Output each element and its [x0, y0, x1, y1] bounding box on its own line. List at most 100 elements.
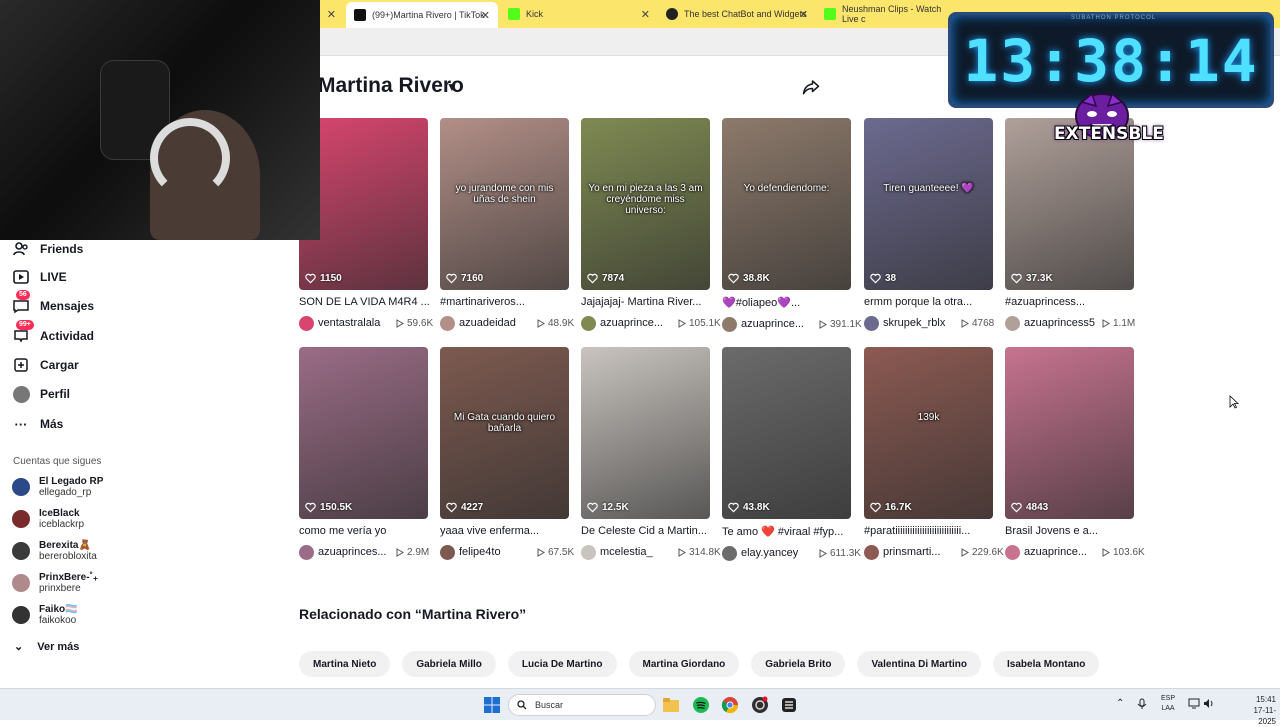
- video-title[interactable]: Jajajajaj- Martina River...: [581, 296, 716, 308]
- network-icon[interactable]: [1188, 698, 1200, 709]
- sidebar-item-profile[interactable]: Perfil: [12, 385, 70, 403]
- video-author[interactable]: azuaprince...: [1024, 546, 1102, 558]
- related-chip[interactable]: Gabriela Millo: [402, 651, 496, 677]
- following-item[interactable]: IceBlack iceblackrp: [12, 508, 84, 530]
- video-card[interactable]: Yo defendiendome: 38.8K 💜#oliapeo💜... azuap…: [722, 118, 862, 332]
- avatar[interactable]: [440, 544, 455, 560]
- avatar[interactable]: [864, 544, 879, 560]
- video-author[interactable]: azuaprincess5: [1024, 317, 1102, 329]
- sidebar-item-more[interactable]: ··· Más: [12, 415, 64, 433]
- video-card[interactable]: Tiren guanteeee! 💜 38 ermm porque la otra.…: [864, 118, 994, 331]
- avatar[interactable]: [1005, 315, 1020, 331]
- video-author[interactable]: prinsmarti...: [883, 546, 961, 558]
- file-explorer-icon[interactable]: [662, 696, 680, 714]
- close-icon[interactable]: ✕: [641, 8, 650, 21]
- video-thumbnail[interactable]: Mi Gata cuando quiero bañarla 4227: [440, 347, 569, 519]
- sidebar-item-friends[interactable]: Friends: [12, 240, 83, 258]
- app-icon[interactable]: [780, 696, 798, 714]
- avatar[interactable]: [722, 316, 737, 332]
- chevron-up-icon[interactable]: ⌃: [1116, 698, 1124, 709]
- chrome-icon[interactable]: [721, 696, 739, 714]
- video-card[interactable]: yo jurandome con mis uñas de shein 7160 #m…: [440, 118, 574, 331]
- tab-chatbot[interactable]: The best ChatBot and Widgets ✕: [658, 3, 816, 25]
- avatar[interactable]: [581, 315, 596, 331]
- like-count-value: 38: [885, 273, 897, 284]
- share-icon[interactable]: [802, 78, 820, 96]
- tab-neushman[interactable]: Neushman Clips - Watch Live c: [816, 3, 956, 25]
- spotify-icon[interactable]: [692, 696, 710, 714]
- windows-start-icon[interactable]: [483, 696, 501, 714]
- video-author[interactable]: azuaprince...: [741, 318, 819, 330]
- avatar[interactable]: [1005, 544, 1020, 560]
- tab-kick[interactable]: Kick ✕: [500, 3, 658, 25]
- avatar[interactable]: [299, 315, 314, 331]
- video-author[interactable]: ventastralala: [318, 317, 396, 329]
- video-thumbnail[interactable]: Yo en mi pieza a las 3 am creyéndome mis…: [581, 118, 710, 290]
- sidebar-item-messages[interactable]: 56 Mensajes: [12, 290, 94, 315]
- avatar[interactable]: [440, 315, 455, 331]
- avatar[interactable]: [299, 544, 314, 560]
- video-title[interactable]: #paratiiiiiiiiiiiiiiiiiiiiiiiiiii...: [864, 525, 999, 537]
- video-author[interactable]: azuaprinces...: [318, 546, 396, 558]
- video-thumbnail[interactable]: Tiren guanteeee! 💜 38: [864, 118, 993, 290]
- video-thumbnail[interactable]: 43.8K: [722, 347, 851, 519]
- video-card[interactable]: 139k 16.7K #paratiiiiiiiiiiiiiiiiiiiiiiiii…: [864, 347, 1004, 560]
- related-chip[interactable]: Isabela Montano: [993, 651, 1100, 677]
- video-thumbnail[interactable]: yo jurandome con mis uñas de shein 7160: [440, 118, 569, 290]
- related-chip[interactable]: Gabriela Brito: [751, 651, 846, 677]
- video-thumbnail[interactable]: 150.5K: [299, 347, 428, 519]
- video-title[interactable]: yaaa vive enferma...: [440, 525, 575, 537]
- video-thumbnail[interactable]: 4843: [1005, 347, 1134, 519]
- tab-close-button[interactable]: ✕: [320, 3, 342, 25]
- video-title[interactable]: Te amo ❤️ #viraal #fyp...: [722, 525, 857, 538]
- video-author[interactable]: elay.yancey: [741, 547, 819, 559]
- close-icon[interactable]: ✕: [799, 8, 808, 21]
- video-thumbnail[interactable]: 139k 16.7K: [864, 347, 993, 519]
- video-card[interactable]: 150.5K como me vería yo azuaprinces... 2.9M: [299, 347, 429, 560]
- sidebar-item-upload[interactable]: Cargar: [12, 356, 79, 374]
- related-chip[interactable]: Martina Nieto: [299, 651, 391, 677]
- video-card[interactable]: 4843 Brasil Jovens e a... azuaprince... 103…: [1005, 347, 1145, 560]
- video-thumbnail[interactable]: 12.5K: [581, 347, 710, 519]
- sidebar-item-live[interactable]: LIVE: [12, 268, 67, 286]
- sidebar-item-activity[interactable]: 99+ Actividad: [12, 320, 94, 345]
- microphone-icon[interactable]: [1137, 698, 1147, 710]
- video-card[interactable]: Mi Gata cuando quiero bañarla 4227 yaaa vi…: [440, 347, 574, 560]
- video-title[interactable]: De Celeste Cid a Martin...: [581, 525, 716, 537]
- related-chip[interactable]: Valentina Di Martino: [857, 651, 982, 677]
- chevron-down-icon[interactable]: ▼: [446, 80, 458, 94]
- following-item[interactable]: PrinxBere-˚₊ prinxbere: [12, 572, 98, 594]
- avatar[interactable]: [864, 315, 879, 331]
- avatar[interactable]: [581, 544, 596, 560]
- related-chip[interactable]: Martina Giordano: [628, 651, 740, 677]
- system-clock[interactable]: 15:41 17-11-2025: [1236, 694, 1276, 727]
- video-author[interactable]: skrupek_rblx: [883, 317, 961, 329]
- tab-tiktok[interactable]: (99+)Martina Rivero | TikTok ✕: [346, 2, 498, 28]
- following-item[interactable]: Berexita🧸 bererobloxita: [12, 540, 97, 562]
- see-more-button[interactable]: ⌄ Ver más: [14, 640, 79, 654]
- video-author[interactable]: mcelestia_: [600, 546, 678, 558]
- video-author[interactable]: felipe4to: [459, 546, 537, 558]
- following-item[interactable]: Faiko🏳️‍⚧️ faikokoo: [12, 604, 78, 626]
- video-title[interactable]: #azuaprincess...: [1005, 296, 1140, 308]
- video-card[interactable]: 43.8K Te amo ❤️ #viraal #fyp... elay.yance…: [722, 347, 861, 561]
- video-title[interactable]: SON DE LA VIDA M4R4 ...: [299, 296, 434, 308]
- avatar[interactable]: [722, 545, 737, 561]
- following-item[interactable]: El Legado RP ellegado_rp: [12, 476, 103, 498]
- language-indicator[interactable]: ESP LAA: [1160, 694, 1176, 714]
- close-icon[interactable]: ✕: [481, 9, 490, 22]
- video-title[interactable]: como me vería yo: [299, 525, 434, 537]
- video-card[interactable]: Yo en mi pieza a las 3 am creyéndome mis…: [581, 118, 721, 331]
- video-author[interactable]: azuadeidad: [459, 317, 537, 329]
- video-title[interactable]: ermm porque la otra...: [864, 296, 999, 308]
- video-title[interactable]: #martinariveros...: [440, 296, 575, 308]
- video-author[interactable]: azuaprince...: [600, 317, 678, 329]
- video-card[interactable]: 12.5K De Celeste Cid a Martin... mcelestia…: [581, 347, 721, 560]
- video-title[interactable]: Brasil Jovens e a...: [1005, 525, 1140, 537]
- related-chip[interactable]: Lucia De Martino: [507, 651, 617, 677]
- volume-icon[interactable]: [1203, 698, 1215, 709]
- obs-icon[interactable]: [751, 696, 769, 714]
- video-thumbnail[interactable]: Yo defendiendome: 38.8K: [722, 118, 851, 290]
- video-title[interactable]: 💜#oliapeo💜...: [722, 296, 857, 309]
- taskbar-search[interactable]: Buscar: [508, 694, 656, 716]
